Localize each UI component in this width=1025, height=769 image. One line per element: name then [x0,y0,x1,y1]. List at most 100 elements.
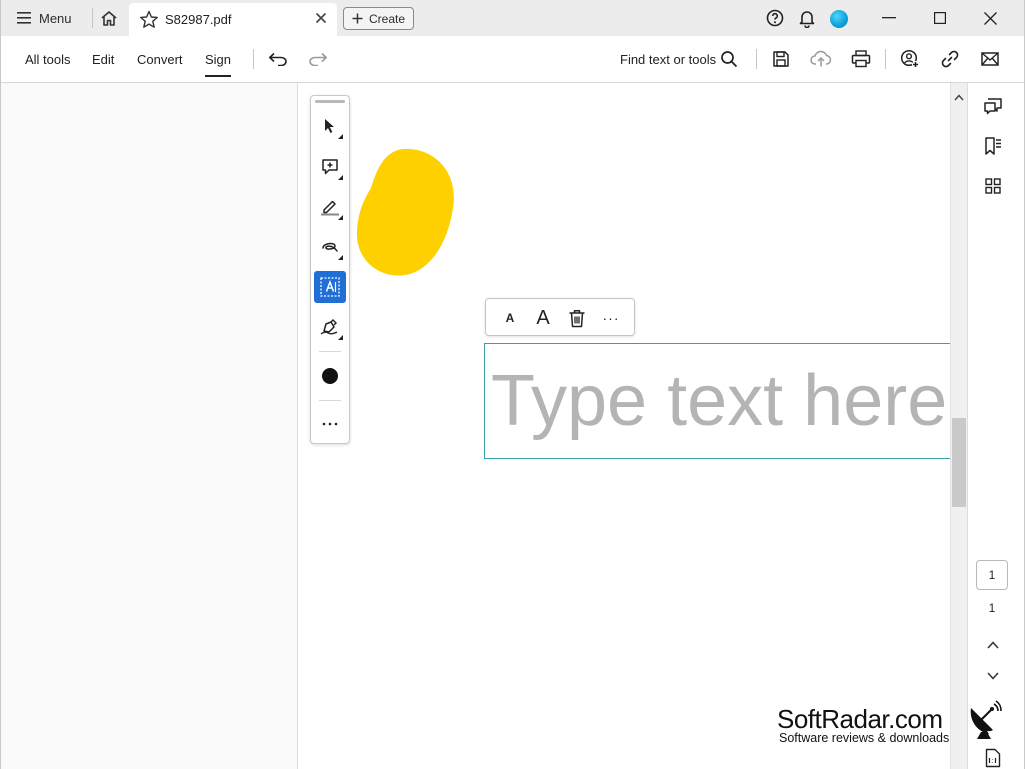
more-options-button[interactable]: ··· [599,306,623,330]
email-button[interactable] [979,48,1001,70]
sign-tool-button[interactable] [314,311,346,343]
trash-icon [569,309,585,327]
minimize-icon [882,17,896,19]
divider [319,400,341,401]
user-avatar[interactable] [830,10,848,28]
increase-font-size-button[interactable]: A [531,306,555,330]
printer-icon [851,50,871,68]
divider [756,49,757,69]
softradar-watermark: SoftRadar.com Software reviews & downloa… [777,700,1007,748]
document-tab-name: S82987.pdf [165,12,232,27]
home-icon [101,10,117,26]
redo-icon [309,52,327,66]
color-picker-button[interactable] [314,360,346,392]
add-comment-tool-button[interactable] [314,151,346,183]
divider [885,49,886,69]
mail-icon [981,52,999,66]
undo-icon [269,52,287,66]
chevron-up-icon [987,641,999,649]
create-button[interactable]: Create [343,7,414,30]
text-placeholder: Type text here [491,361,948,441]
undo-button[interactable] [267,48,289,70]
highlight-tool-button[interactable] [314,191,346,223]
left-panel [1,83,298,769]
upload-cloud-button[interactable] [810,48,832,70]
close-icon [983,11,997,25]
actual-size-button[interactable] [982,747,1004,769]
bell-icon [799,10,815,28]
decrease-font-size-button[interactable]: A [498,306,522,330]
save-button[interactable] [770,48,792,70]
add-comment-icon [322,159,338,175]
draw-tool-button[interactable] [314,231,346,263]
maximize-button[interactable] [927,6,953,30]
plus-icon [352,13,363,24]
quick-tools-toolbar [310,95,350,444]
highlight-pen-icon [321,200,339,216]
acrobat-window: Menu S82987.pdf Create All tools Edit Co… [0,0,1025,769]
print-button[interactable] [850,48,872,70]
tab-sign[interactable]: Sign [205,52,232,77]
current-page-input[interactable]: 1 [976,560,1008,590]
comments-icon [984,98,1002,115]
total-pages: 1 [988,601,996,615]
toolbar-drag-handle[interactable] [315,100,345,103]
divider [319,351,341,352]
add-text-icon [320,277,340,297]
tab-all-tools[interactable]: All tools [25,52,71,67]
help-icon [766,9,784,27]
cloud-upload-icon [810,50,832,67]
redo-button[interactable] [307,48,329,70]
more-icon [322,422,338,426]
notifications-button[interactable] [797,8,817,28]
submenu-indicator [338,255,343,260]
scrollbar-thumb[interactable] [952,418,966,507]
color-dot-icon [322,368,338,384]
right-rail: 1 1 [967,83,1024,769]
more-tools-button[interactable] [314,408,346,440]
help-button[interactable] [765,8,785,28]
select-arrow-icon [325,119,334,133]
select-tool-button[interactable] [314,110,346,142]
comments-button[interactable] [982,96,1004,118]
scroll-up-arrow-icon[interactable] [954,94,964,101]
next-page-button[interactable] [982,665,1004,687]
menu-label: Menu [39,10,72,26]
hamburger-icon [17,12,31,24]
add-text-tool-button[interactable] [314,271,346,303]
delete-button[interactable] [565,306,589,330]
vertical-scrollbar[interactable] [950,83,967,769]
yellow-ink-annotation[interactable] [353,143,463,283]
bookmarks-button[interactable] [982,135,1004,157]
minimize-button[interactable] [876,6,902,30]
freehand-draw-icon [322,242,338,252]
previous-page-button[interactable] [982,634,1004,656]
tab-edit[interactable]: Edit [92,52,114,67]
text-field-annotation[interactable]: Type text here [484,343,950,459]
watermark-tagline: Software reviews & downloads [779,731,950,745]
tab-bar: Menu S82987.pdf Create [1,0,1024,36]
submenu-indicator [338,215,343,220]
divider [253,49,254,69]
close-window-button[interactable] [977,6,1003,30]
submenu-indicator [338,175,343,180]
chevron-down-icon [987,672,999,680]
close-tab-icon[interactable] [315,12,327,24]
tab-convert[interactable]: Convert [137,52,183,67]
bookmark-icon [985,137,1001,155]
save-icon [773,51,789,67]
document-canvas[interactable]: A A ··· Type text here [298,83,950,769]
thumbnails-button[interactable] [982,175,1004,197]
satellite-dish-icon [970,700,1002,739]
home-button[interactable] [97,7,121,29]
search-button[interactable] [718,48,740,70]
document-tab[interactable]: S82987.pdf [129,3,337,36]
submenu-indicator [338,134,343,139]
find-text-or-tools[interactable]: Find text or tools [620,52,716,67]
thumbnails-grid-icon [985,178,1001,194]
share-user-button[interactable] [899,48,921,70]
create-label: Create [369,11,406,26]
copy-link-button[interactable] [939,48,961,70]
star-icon[interactable] [139,10,159,29]
menu-button[interactable]: Menu [11,6,78,30]
